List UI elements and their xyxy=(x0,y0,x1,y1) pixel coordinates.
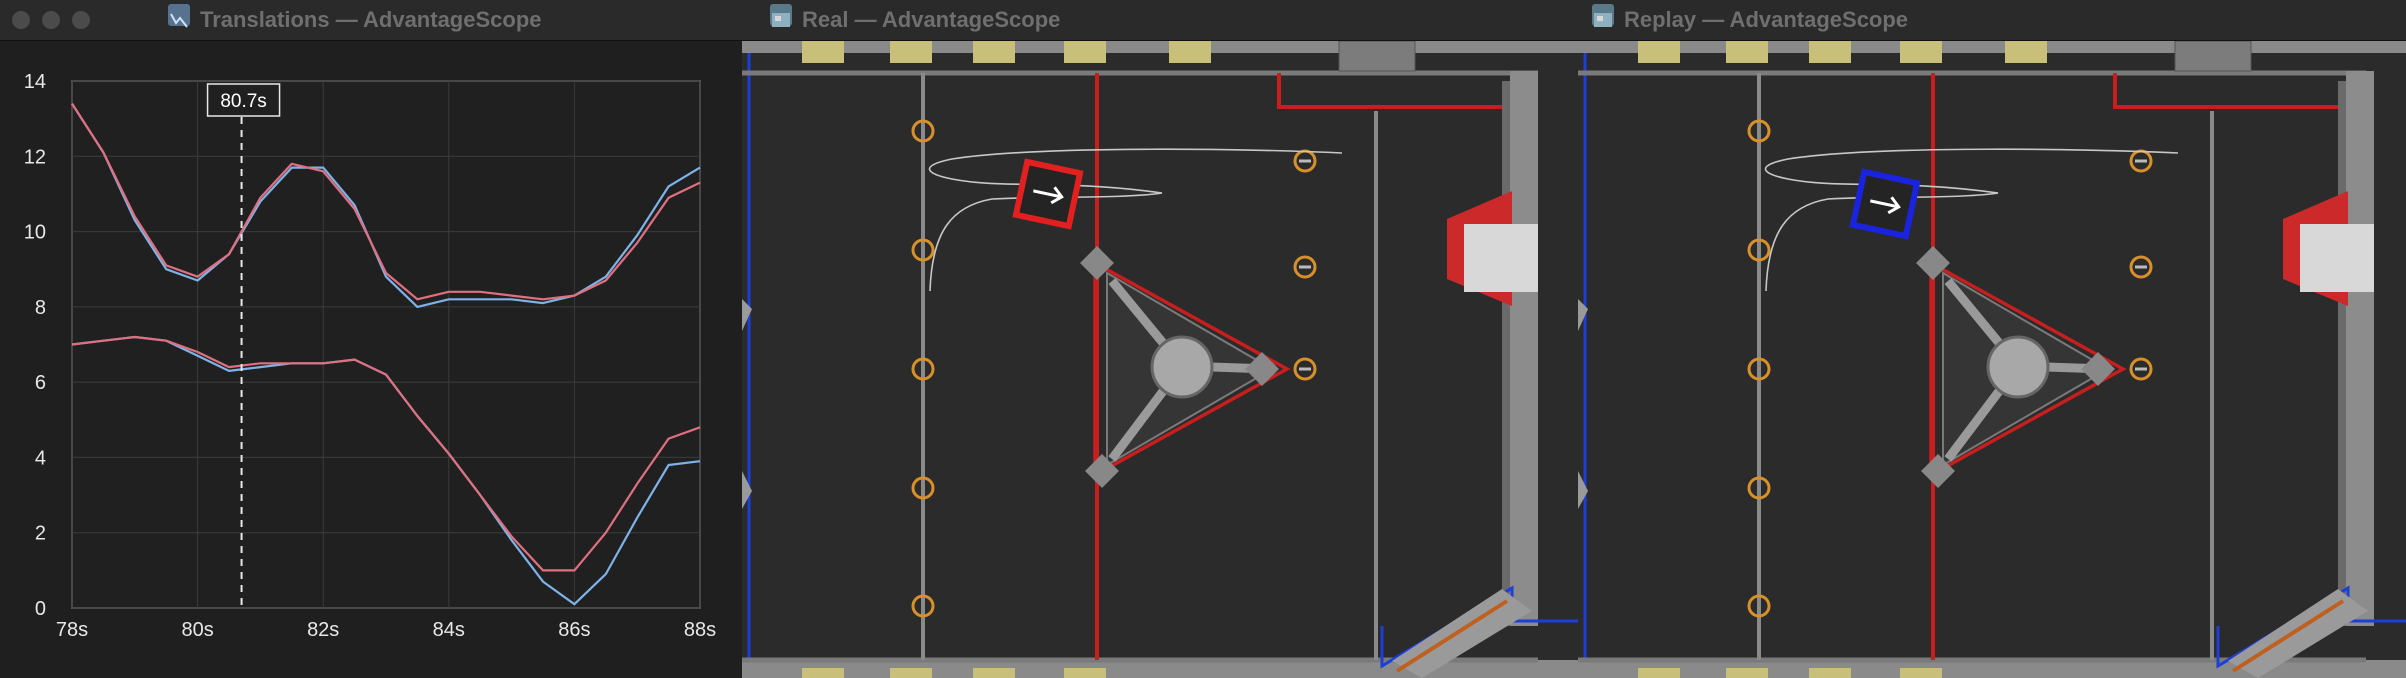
field-wall-marker xyxy=(890,41,932,63)
line-graph-icon xyxy=(168,4,190,28)
field-wall-marker xyxy=(1638,41,1680,63)
robot xyxy=(1849,168,1921,240)
replay-field-view[interactable] xyxy=(1578,40,2406,678)
white-station xyxy=(2300,224,2374,292)
field-wall-marker xyxy=(1900,41,1942,63)
robot xyxy=(1012,158,1084,230)
field-wall-marker xyxy=(1809,668,1851,678)
field-wall-marker xyxy=(1900,668,1942,678)
x-tick-label: 88s xyxy=(684,619,716,641)
right-wall xyxy=(2346,71,2374,626)
y-tick-label: 4 xyxy=(35,447,46,469)
x-tick-label: 84s xyxy=(433,619,465,641)
y-tick-label: 14 xyxy=(24,71,46,93)
corner-structure xyxy=(1338,40,1416,72)
field-wall-marker xyxy=(2005,41,2047,63)
plot-area xyxy=(71,80,701,609)
cursor-label: 80.7s xyxy=(220,91,266,112)
translations-window: Translations — AdvantageScope 0 2 4 6 8 10 12 1… xyxy=(0,0,742,678)
right-wall-edge xyxy=(2338,81,2346,626)
triangle-hub xyxy=(1986,335,2050,399)
real-field-view[interactable] xyxy=(742,40,1578,678)
field-wall-marker xyxy=(1726,668,1768,678)
x-tick-label: 86s xyxy=(558,619,590,641)
field-wall-top xyxy=(1578,41,2406,53)
field-map-icon xyxy=(770,4,792,27)
x-tick-label: 82s xyxy=(307,619,339,641)
real-field-svg[interactable] xyxy=(742,40,1578,678)
field-wall-marker xyxy=(890,668,932,678)
replay-field-svg[interactable] xyxy=(1578,40,2406,678)
field-wall-marker xyxy=(1726,41,1768,63)
field-wall-marker xyxy=(1809,41,1851,63)
y-tick-label: 2 xyxy=(35,523,46,545)
y-tick-label: 8 xyxy=(35,297,46,319)
field-map-icon xyxy=(1592,4,1614,27)
x-tick-label: 80s xyxy=(181,619,213,641)
replay-window: Replay — AdvantageScope xyxy=(1578,0,2406,678)
field-wall-marker xyxy=(1064,668,1106,678)
right-wall xyxy=(1510,71,1538,626)
translations-chart[interactable]: 0 2 4 6 8 10 12 14 78s 80s 82s 84s 86s 88s 80.7s xyxy=(0,41,742,678)
real-titlebar[interactable]: Real — AdvantageScope xyxy=(742,0,1578,41)
real-window-title: Real — AdvantageScope xyxy=(802,7,1061,32)
field-wall-marker xyxy=(1064,41,1106,63)
triangle-hub xyxy=(1150,335,1214,399)
close-window-button[interactable] xyxy=(12,11,30,29)
minimize-window-button[interactable] xyxy=(42,11,60,29)
y-tick-label: 6 xyxy=(35,372,46,394)
y-tick-label: 0 xyxy=(35,598,46,620)
line-graph-panel[interactable]: 0 2 4 6 8 10 12 14 78s 80s 82s 84s 86s 88s 80.7s xyxy=(0,41,742,678)
field-wall-bottom xyxy=(742,660,1578,678)
replay-window-title: Replay — AdvantageScope xyxy=(1624,7,1909,32)
field-wall-marker xyxy=(802,668,844,678)
field-wall-top xyxy=(742,41,1578,53)
corner-structure xyxy=(2174,40,2252,72)
field-wall-marker xyxy=(1638,668,1680,678)
white-station xyxy=(1464,224,1538,292)
field-wall-marker xyxy=(1169,41,1211,63)
translations-window-title: Translations — AdvantageScope xyxy=(200,7,542,32)
x-tick-label: 78s xyxy=(56,619,88,641)
replay-titlebar[interactable]: Replay — AdvantageScope xyxy=(1578,0,2406,41)
right-wall-edge xyxy=(1502,81,1510,626)
translations-titlebar[interactable]: Translations — AdvantageScope xyxy=(0,0,742,41)
y-tick-label: 10 xyxy=(24,222,46,244)
real-window: Real — AdvantageScope xyxy=(742,0,1578,678)
zoom-window-button[interactable] xyxy=(72,11,90,29)
field-wall-marker xyxy=(973,41,1015,63)
field-wall-marker xyxy=(973,668,1015,678)
field-wall-marker xyxy=(802,41,844,63)
y-tick-label: 12 xyxy=(24,146,46,168)
